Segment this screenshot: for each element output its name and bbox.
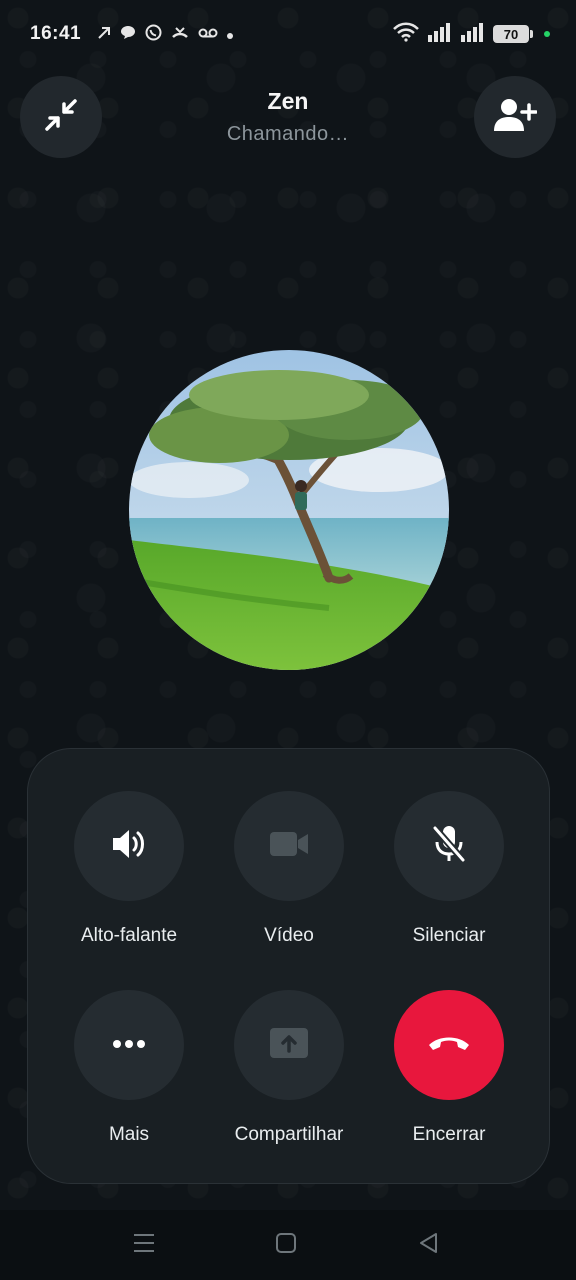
more-dots-icon (112, 1036, 146, 1054)
whatsapp-icon (145, 24, 162, 44)
missed-call-icon (171, 26, 189, 43)
status-bar: 16:41 70 (0, 0, 576, 68)
navigation-bar (0, 1210, 576, 1280)
signal-icon (460, 22, 486, 47)
add-participant-button[interactable] (474, 76, 556, 158)
back-button[interactable] (413, 1232, 443, 1258)
end-call-control: Encerrar (369, 990, 529, 1146)
share-screen-icon (269, 1027, 309, 1064)
end-call-label: Encerrar (412, 1124, 486, 1145)
mute-button[interactable] (394, 791, 504, 901)
add-person-icon (493, 97, 538, 138)
home-button[interactable] (271, 1232, 301, 1258)
speaker-button[interactable] (74, 791, 184, 901)
home-icon (275, 1232, 297, 1259)
menu-icon (133, 1233, 155, 1258)
call-controls-panel: Alto-falante Vídeo Silenciar Mais Compar… (27, 748, 550, 1184)
video-label: Vídeo (264, 925, 314, 946)
end-call-button[interactable] (394, 990, 504, 1100)
chat-bubble-icon (120, 25, 136, 43)
back-icon (417, 1232, 439, 1259)
more-control: Mais (49, 990, 209, 1146)
signal-icon (427, 22, 453, 47)
arrow-icon (97, 26, 111, 43)
mute-label: Silenciar (412, 925, 486, 946)
wifi-icon (392, 22, 420, 47)
call-status: Chamando… (226, 123, 350, 145)
call-header: Zen Chamando… (138, 88, 438, 146)
status-time: 16:41 (30, 23, 82, 44)
contact-avatar (129, 350, 449, 670)
system-icons: 70 (392, 22, 550, 47)
microphone-off-icon (431, 824, 467, 869)
more-button[interactable] (74, 990, 184, 1100)
more-label: Mais (108, 1124, 150, 1145)
share-control: Compartilhar (209, 990, 369, 1146)
privacy-indicator-dot (544, 31, 550, 37)
contact-name: Zen (267, 88, 309, 114)
video-button[interactable] (234, 791, 344, 901)
notification-icons (97, 24, 234, 44)
share-label: Compartilhar (234, 1124, 344, 1145)
minimize-button[interactable] (20, 76, 102, 158)
battery-icon: 70 (493, 25, 533, 43)
mute-control: Silenciar (369, 791, 529, 947)
share-button[interactable] (234, 990, 344, 1100)
dot-icon (227, 27, 234, 42)
video-control: Vídeo (209, 791, 369, 947)
speaker-icon (110, 827, 148, 866)
end-call-icon (427, 1033, 471, 1058)
speaker-label: Alto-falante (80, 925, 178, 946)
speaker-control: Alto-falante (49, 791, 209, 947)
voicemail-icon (198, 27, 218, 42)
video-camera-icon (269, 830, 309, 863)
menu-button[interactable] (129, 1232, 159, 1258)
minimize-icon (41, 95, 81, 140)
